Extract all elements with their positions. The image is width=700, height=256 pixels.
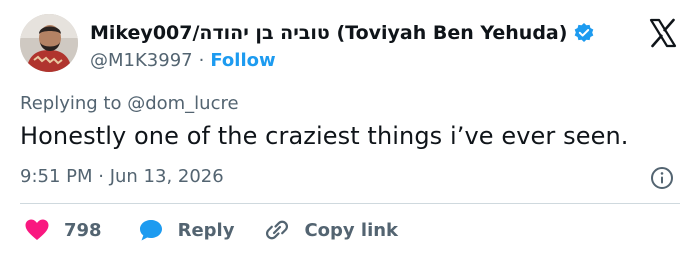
reply-button[interactable]: Reply bbox=[138, 217, 235, 243]
separator-dot: · bbox=[198, 49, 205, 71]
author-handle-row: @M1K3997 · Follow bbox=[90, 48, 276, 72]
verified-badge-icon[interactable] bbox=[573, 22, 595, 44]
copy-link-label: Copy link bbox=[304, 219, 399, 241]
reply-label: Reply bbox=[177, 219, 235, 241]
divider bbox=[20, 203, 680, 204]
author-name-row: Mikey007/טוביה בן יהודה (Toviyah Ben Yeh… bbox=[90, 20, 595, 46]
x-logo-icon[interactable] bbox=[648, 18, 678, 48]
author-display-name[interactable]: Mikey007/טוביה בן יהודה (Toviyah Ben Yeh… bbox=[90, 22, 567, 44]
like-button[interactable]: 798 bbox=[24, 217, 102, 243]
avatar-photo bbox=[20, 14, 78, 72]
info-icon[interactable] bbox=[650, 166, 674, 190]
speech-bubble-icon bbox=[138, 217, 164, 243]
replying-to-mention[interactable]: @dom_lucre bbox=[127, 93, 238, 114]
author-handle[interactable]: @M1K3997 bbox=[90, 50, 193, 71]
like-count: 798 bbox=[64, 219, 102, 241]
tweet-actions: 798 Reply Copy link bbox=[24, 216, 398, 244]
heart-icon bbox=[24, 217, 50, 243]
follow-button[interactable]: Follow bbox=[210, 50, 275, 71]
copy-link-button[interactable]: Copy link bbox=[264, 217, 398, 243]
link-icon bbox=[264, 217, 290, 243]
replying-to: Replying to @dom_lucre bbox=[20, 93, 239, 114]
tweet-text: Honestly one of the craziest things i’ve… bbox=[20, 122, 629, 150]
replying-to-prefix: Replying to bbox=[20, 93, 128, 114]
tweet-timestamp[interactable]: 9:51 PM · Jun 13, 2026 bbox=[20, 166, 224, 187]
avatar[interactable] bbox=[20, 14, 78, 72]
